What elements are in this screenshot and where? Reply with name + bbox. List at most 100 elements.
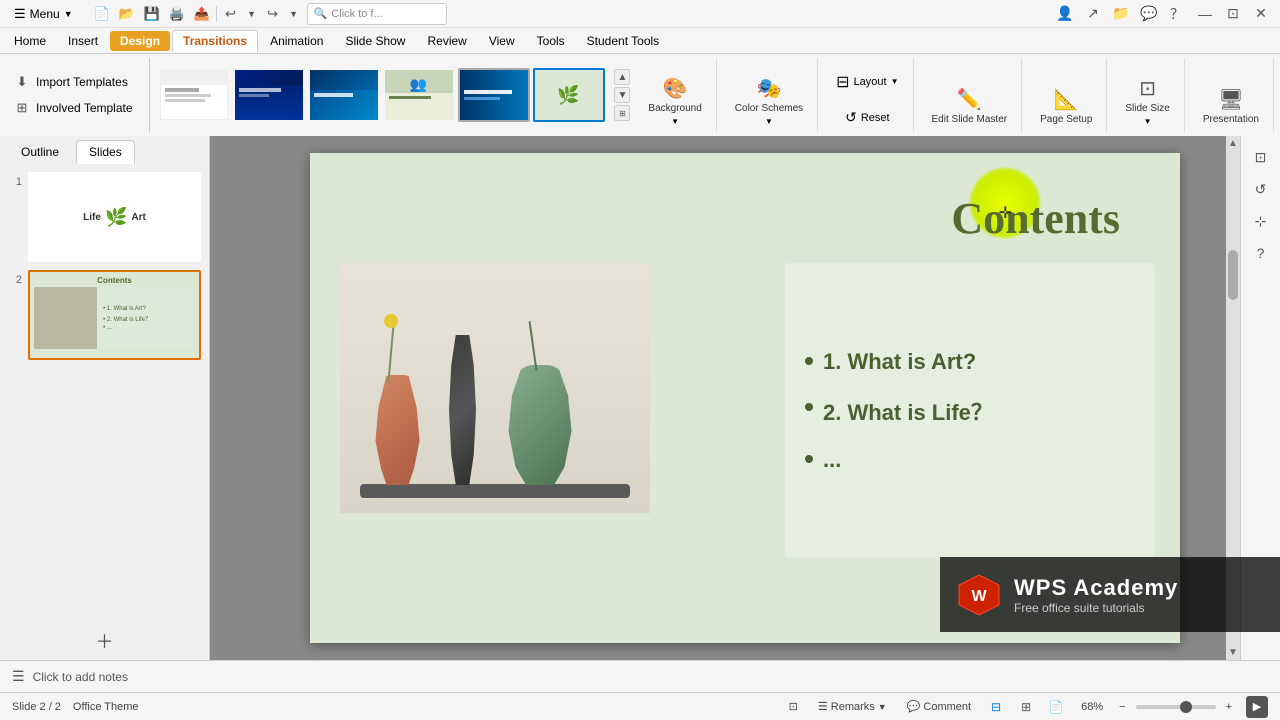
bullet-item-2: 2. What is Life？ [805,395,1135,427]
maximize-button[interactable]: ⊡ [1220,1,1246,27]
vase-2 [440,335,485,485]
reset-button[interactable]: ↺ Reset [839,105,895,130]
background-dropdown-icon: ▼ [671,117,679,126]
remarks-icon: ☰ [818,700,828,713]
comment-button[interactable]: 💬 Comment [901,698,977,715]
redo-dropdown[interactable]: ▼ [287,3,301,25]
fit-slide-button[interactable]: ⊡ [783,698,804,715]
right-tool-2[interactable]: ↺ [1248,176,1274,202]
new-file-button[interactable]: 📄 [91,3,113,25]
slide-title[interactable]: Contents [951,193,1120,244]
scroll-thumb[interactable] [1228,250,1238,300]
slide-1-thumb[interactable]: Life 🌿 Art [28,172,201,262]
tab-insert[interactable]: Insert [58,31,108,51]
theme-6[interactable]: 🌿 [533,68,605,122]
tab-slides[interactable]: Slides [76,140,135,164]
involved-template-button[interactable]: ⊞ Involved Template [6,96,141,120]
scroll-down-arrow[interactable]: ▼ [1228,647,1238,658]
tab-home[interactable]: Home [4,31,56,51]
minimize-button[interactable]: — [1192,1,1218,27]
slide-info: Slide 2 / 2 [12,701,61,713]
tab-transitions[interactable]: Transitions [172,30,258,52]
tab-outline[interactable]: Outline [8,140,72,164]
theme-menu[interactable]: ⊞ [614,105,630,121]
comments-button[interactable]: 💬 [1136,1,1162,27]
redo-button[interactable]: ↪ [262,3,284,25]
slide-2-thumb[interactable]: Contents • 1. What is Art? • 2. What is … [28,270,201,360]
menu-dropdown-icon: ▼ [64,9,73,19]
remarks-button[interactable]: ☰ Remarks ▼ [812,698,893,715]
add-slide-button[interactable]: ＋ [0,622,209,660]
tab-student-tools[interactable]: Student Tools [577,31,670,51]
zoom-slider[interactable] [1136,705,1216,709]
account-button[interactable]: 👤 [1052,1,1078,27]
layout-button[interactable]: ⊟ Layout ▼ [830,68,904,96]
tab-review[interactable]: Review [417,31,476,51]
grid-view-button[interactable]: ⊞ [1015,696,1037,718]
themes-strip: 👥 🌿 [154,58,611,132]
theme-4[interactable]: 👥 [383,68,455,122]
add-icon: ＋ [96,628,114,654]
zoom-increase-button[interactable]: + [1220,699,1238,715]
tab-view[interactable]: View [479,31,525,51]
tab-tools[interactable]: Tools [527,31,575,51]
menu-button[interactable]: ☰ Menu ▼ [6,4,81,24]
print-button[interactable]: 🖨️ [166,3,188,25]
theme-scroll-down[interactable]: ▼ [614,87,630,103]
background-button[interactable]: 🎨 Background ▼ [642,72,707,130]
zoom-thumb[interactable] [1180,701,1192,713]
flower-stem-1 [387,323,394,383]
right-tool-4[interactable]: ? [1248,240,1274,266]
theme-5[interactable] [458,68,530,122]
zoom-level[interactable]: 68% [1075,699,1109,715]
save-button[interactable]: 💾 [141,3,163,25]
theme-2[interactable] [233,68,305,122]
scroll-up-arrow[interactable]: ▲ [1228,138,1238,149]
play-button[interactable]: ▶ [1246,696,1268,718]
tab-design[interactable]: Design [110,31,170,51]
menu-label: Menu [30,7,60,21]
share-button[interactable]: ↗ [1080,1,1106,27]
right-tool-1[interactable]: ⊡ [1248,144,1274,170]
content-box[interactable]: 1. What is Art? 2. What is Life？ ... [785,263,1155,558]
presentation-label: Presentation [1203,114,1259,126]
page-setup-button[interactable]: 📐 Page Setup [1034,83,1098,130]
slides-panel: 1 Life 🌿 Art 2 Contents [0,164,209,622]
theme-1[interactable] [158,68,230,122]
reset-label: Reset [861,112,890,124]
color-schemes-button[interactable]: 🎭 Color Schemes ▼ [729,72,809,130]
flower-head-1 [384,314,398,328]
tab-animation[interactable]: Animation [260,31,333,51]
undo-dropdown[interactable]: ▼ [245,3,259,25]
separator [216,6,217,22]
theme-scroll-up[interactable]: ▲ [614,69,630,85]
export-button[interactable]: 📤 [191,3,213,25]
tab-slideshow[interactable]: Slide Show [335,31,415,51]
help-button[interactable]: ？ [1164,1,1190,27]
remarks-dropdown: ▼ [878,702,887,712]
edit-master-button[interactable]: ✏️ Edit Slide Master [926,83,1014,130]
close-button[interactable]: ✕ [1248,1,1274,27]
presentation-button[interactable]: 🖥 Presentation [1197,83,1265,130]
collab-button[interactable]: 📁 [1108,1,1134,27]
notes-placeholder[interactable]: Click to add notes [33,670,128,684]
slide-image[interactable] [340,263,650,513]
slide-size-section: ⊡ Slide Size ▼ [1111,58,1184,132]
right-tool-3[interactable]: ⊹ [1248,208,1274,234]
page-setup-label: Page Setup [1040,114,1092,126]
slide-2-number: 2 [8,274,22,286]
theme-3[interactable] [308,68,380,122]
involved-template-label: Involved Template [36,101,133,115]
import-templates-button[interactable]: ⬇ Import Templates [6,70,141,94]
undo-button[interactable]: ↩ [220,3,242,25]
normal-view-button[interactable]: ⊟ [985,696,1007,718]
color-schemes-icon: 🎭 [757,76,782,101]
remarks-label: Remarks [831,701,875,713]
zoom-decrease-button[interactable]: − [1113,699,1131,715]
reading-view-button[interactable]: 📄 [1045,696,1067,718]
slide-size-button[interactable]: ⊡ Slide Size ▼ [1119,72,1175,130]
theme-7[interactable] [608,68,611,122]
file-search-box[interactable]: 🔍 Click to f... [307,3,447,25]
open-button[interactable]: 📂 [116,3,138,25]
background-icon: 🎨 [663,76,688,101]
